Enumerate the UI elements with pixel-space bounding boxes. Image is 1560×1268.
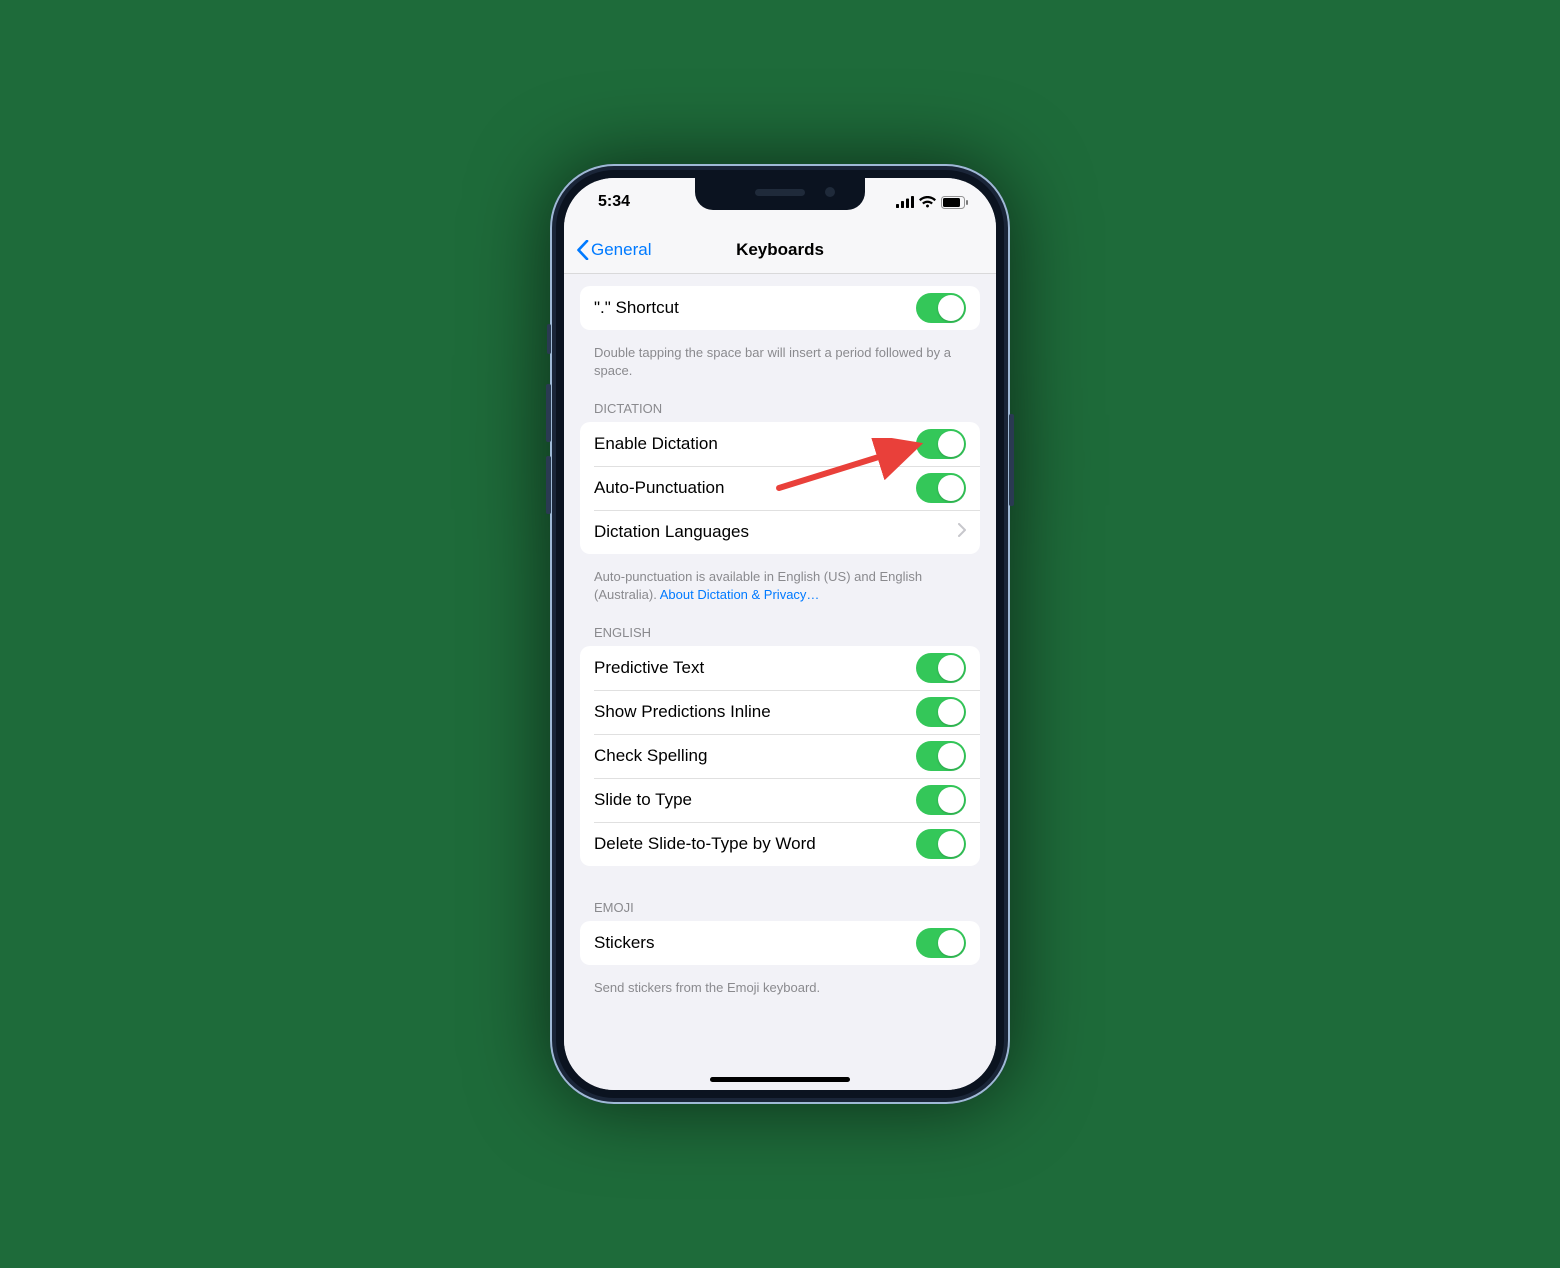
volume-up-button[interactable] [546, 384, 551, 442]
row-label: Stickers [594, 933, 654, 953]
row-label: Show Predictions Inline [594, 702, 771, 722]
status-time: 5:34 [598, 193, 630, 211]
header-english: ENGLISH [564, 607, 996, 646]
back-button[interactable]: General [576, 240, 651, 260]
row-show-predictions-inline[interactable]: Show Predictions Inline [580, 690, 980, 734]
toggle-stickers[interactable] [916, 928, 966, 958]
toggle-delete-slide-by-word[interactable] [916, 829, 966, 859]
row-label: Predictive Text [594, 658, 704, 678]
battery-icon [941, 196, 968, 209]
row-period-shortcut[interactable]: "." Shortcut [580, 286, 980, 330]
wifi-icon [919, 196, 936, 208]
group-shortcut: "." Shortcut [580, 286, 980, 330]
row-label: "." Shortcut [594, 298, 679, 318]
footer-emoji: Send stickers from the Emoji keyboard. [564, 973, 996, 1001]
group-dictation: Enable Dictation Auto-Punctuation Dictat… [580, 422, 980, 554]
footer-shortcut: Double tapping the space bar will insert… [564, 338, 996, 383]
group-english: Predictive Text Show Predictions Inline … [580, 646, 980, 866]
group-emoji: Stickers [580, 921, 980, 965]
row-label: Delete Slide-to-Type by Word [594, 834, 816, 854]
toggle-period-shortcut[interactable] [916, 293, 966, 323]
settings-content[interactable]: "." Shortcut Double tapping the space ba… [564, 274, 996, 1090]
chevron-left-icon [576, 240, 589, 260]
screen: 5:34 [564, 178, 996, 1090]
row-auto-punctuation[interactable]: Auto-Punctuation [580, 466, 980, 510]
row-label: Check Spelling [594, 746, 707, 766]
notch [695, 178, 865, 210]
header-dictation: DICTATION [564, 383, 996, 422]
row-enable-dictation[interactable]: Enable Dictation [580, 422, 980, 466]
row-label: Auto-Punctuation [594, 478, 724, 498]
row-label: Dictation Languages [594, 522, 749, 542]
row-label: Slide to Type [594, 790, 692, 810]
row-stickers[interactable]: Stickers [580, 921, 980, 965]
iphone-frame: 5:34 [550, 164, 1010, 1104]
row-predictive-text[interactable]: Predictive Text [580, 646, 980, 690]
nav-bar: General Keyboards [564, 226, 996, 274]
toggle-enable-dictation[interactable] [916, 429, 966, 459]
link-dictation-privacy[interactable]: About Dictation & Privacy… [660, 587, 820, 602]
volume-down-button[interactable] [546, 456, 551, 514]
row-slide-to-type[interactable]: Slide to Type [580, 778, 980, 822]
row-check-spelling[interactable]: Check Spelling [580, 734, 980, 778]
header-emoji: EMOJI [564, 874, 996, 921]
home-indicator[interactable] [710, 1077, 850, 1082]
footer-dictation: Auto-punctuation is available in English… [564, 562, 996, 607]
toggle-predictive-text[interactable] [916, 653, 966, 683]
toggle-auto-punctuation[interactable] [916, 473, 966, 503]
row-dictation-languages[interactable]: Dictation Languages [580, 510, 980, 554]
toggle-check-spelling[interactable] [916, 741, 966, 771]
power-button[interactable] [1009, 414, 1014, 506]
row-label: Enable Dictation [594, 434, 718, 454]
cellular-icon [896, 196, 914, 208]
toggle-slide-to-type[interactable] [916, 785, 966, 815]
toggle-show-predictions-inline[interactable] [916, 697, 966, 727]
chevron-right-icon [958, 522, 966, 542]
back-label: General [591, 240, 651, 260]
row-delete-slide-by-word[interactable]: Delete Slide-to-Type by Word [580, 822, 980, 866]
mute-switch[interactable] [547, 324, 551, 354]
